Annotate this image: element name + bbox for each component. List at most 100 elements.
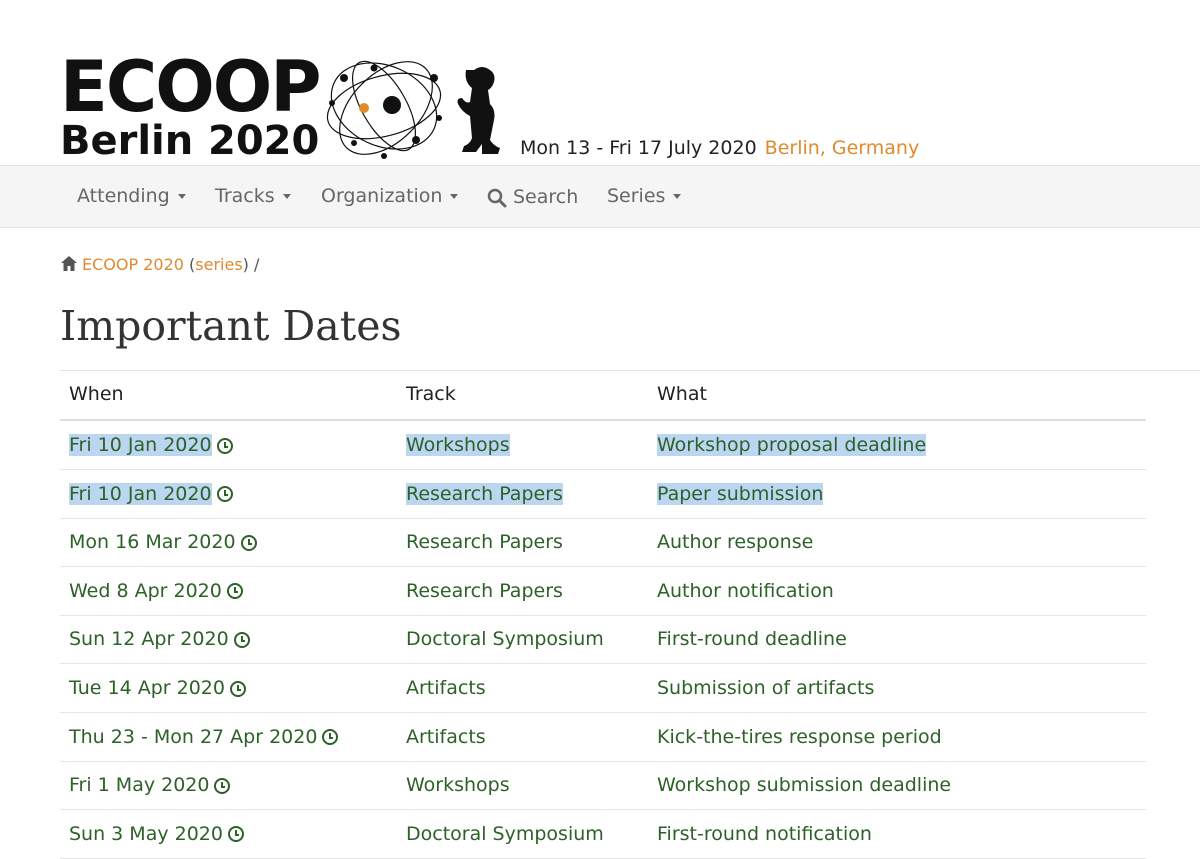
row-what-text: First-round notification <box>657 822 872 845</box>
row-date-text: Fri 10 Jan 2020 <box>69 434 212 456</box>
page-title: Important Dates <box>60 302 402 350</box>
row-track-link[interactable]: Workshops <box>406 433 510 457</box>
breadcrumb-series-link[interactable]: series <box>195 255 242 274</box>
event-dates: Mon 13 - Fri 17 July 2020 <box>520 137 757 159</box>
table-header-row: When Track What <box>60 370 1146 421</box>
row-track-text: Artifacts <box>406 677 486 699</box>
nav-series-label: Series <box>607 185 666 207</box>
row-track-link[interactable]: Doctoral Symposium <box>406 627 604 651</box>
row-track-link[interactable]: Artifacts <box>406 725 486 749</box>
search-icon <box>487 188 507 207</box>
row-track-link[interactable]: Doctoral Symposium <box>406 822 604 846</box>
table-row: Tue 14 Apr 2020 Artifacts Submission of ar… <box>60 664 1146 713</box>
breadcrumb-separator: / <box>254 255 260 274</box>
row-track-text: Artifacts <box>406 725 486 748</box>
row-date-link[interactable]: Wed 8 Apr 2020 <box>69 579 243 603</box>
clock-icon <box>226 583 243 600</box>
table-row: Fri 1 May 2020 Workshops Workshop submissi… <box>60 761 1146 811</box>
row-date-link[interactable]: Fri 10 Jan 2020 <box>69 433 233 457</box>
row-date-link[interactable]: Fri 10 Jan 2020 <box>69 482 233 506</box>
table-row: Fri 10 Jan 2020 Workshops Workshop proposa… <box>60 421 1146 470</box>
nav-tracks-label: Tracks <box>215 185 275 207</box>
row-track-link[interactable]: Research Papers <box>406 482 563 506</box>
row-track-link[interactable]: Artifacts <box>406 676 486 700</box>
nav-attending[interactable]: Attending <box>77 184 186 208</box>
column-header-when: When <box>69 383 124 405</box>
atom-bear-emblem-icon <box>326 60 500 159</box>
nav-tracks[interactable]: Tracks <box>215 184 291 208</box>
row-what-text: Kick-the-tires response period <box>657 725 942 748</box>
row-what-link[interactable]: Workshop proposal deadline <box>657 433 927 457</box>
clock-icon <box>214 777 231 794</box>
table-row: Fri 10 Jan 2020 Research Papers Paper subm… <box>60 470 1146 519</box>
row-date-text: Sun 12 Apr 2020 <box>69 628 229 651</box>
caret-down-icon <box>177 194 186 199</box>
site-header: ECOOP Berlin 2020 Mon 13 - Fri 17 July 2… <box>0 0 1200 165</box>
breadcrumb: ECOOP 2020 (series) / <box>60 254 259 276</box>
table-row: Mon 16 Mar 2020 Research Papers Author res… <box>60 518 1146 568</box>
row-what-text: Workshop proposal deadline <box>657 434 927 456</box>
row-date-link[interactable]: Fri 1 May 2020 <box>69 773 231 797</box>
home-icon[interactable] <box>60 255 78 272</box>
clock-icon <box>322 729 339 746</box>
column-header-what: What <box>657 383 707 405</box>
row-what-link[interactable]: First-round deadline <box>657 627 847 651</box>
row-date-link[interactable]: Sun 12 Apr 2020 <box>69 627 250 651</box>
event-location-link[interactable]: Berlin, Germany <box>765 137 920 159</box>
main-navbar: Attending Tracks Organization Search Ser… <box>0 165 1200 228</box>
row-what-link[interactable]: Paper submission <box>657 482 824 506</box>
row-track-link[interactable]: Workshops <box>406 773 510 797</box>
row-date-text: Tue 14 Apr 2020 <box>69 677 225 699</box>
logo-city: Berlin <box>60 118 194 164</box>
row-what-link[interactable]: First-round notification <box>657 822 872 846</box>
row-date-text: Sun 3 May 2020 <box>69 822 223 845</box>
row-date-text: Fri 1 May 2020 <box>69 774 210 797</box>
column-header-track: Track <box>406 383 456 405</box>
row-track-text: Research Papers <box>406 531 563 554</box>
row-date-text: Wed 8 Apr 2020 <box>69 579 222 602</box>
table-row: Thu 23 - Mon 27 Apr 2020 Artifacts Kick-th… <box>60 713 1146 762</box>
row-date-text: Fri 10 Jan 2020 <box>69 482 212 505</box>
ecoop-logo[interactable]: ECOOP Berlin 2020 <box>60 48 505 165</box>
row-track-text: Doctoral Symposium <box>406 822 604 845</box>
nav-attending-label: Attending <box>77 185 170 207</box>
row-date-link[interactable]: Mon 16 Mar 2020 <box>69 530 257 554</box>
table-row: Sun 12 Apr 2020 Doctoral Symposium First-r… <box>60 615 1146 665</box>
row-what-link[interactable]: Workshop submission deadline <box>657 773 951 797</box>
logo-wordmark: ECOOP <box>60 46 322 128</box>
row-date-link[interactable]: Tue 14 Apr 2020 <box>69 676 246 700</box>
row-track-text: Workshops <box>406 774 510 797</box>
nav-search[interactable]: Search <box>487 185 578 209</box>
row-what-link[interactable]: Author notification <box>657 579 834 603</box>
breadcrumb-home-link[interactable]: ECOOP 2020 <box>82 255 184 274</box>
row-date-link[interactable]: Thu 23 - Mon 27 Apr 2020 <box>69 725 339 749</box>
row-date-link[interactable]: Sun 3 May 2020 <box>69 822 244 846</box>
row-track-text: Workshops <box>406 434 510 456</box>
nav-search-label: Search <box>513 186 579 208</box>
event-info: Mon 13 - Fri 17 July 2020 Berlin, Germany <box>520 136 919 160</box>
row-what-link[interactable]: Author response <box>657 530 813 554</box>
row-what-text: First-round deadline <box>657 628 847 651</box>
caret-down-icon <box>450 194 459 199</box>
row-what-link[interactable]: Submission of artifacts <box>657 676 874 700</box>
row-track-link[interactable]: Research Papers <box>406 579 563 603</box>
table-row: Wed 8 Apr 2020 Research Papers Author noti… <box>60 567 1146 616</box>
row-what-text: Submission of artifacts <box>657 677 875 699</box>
table-row: Sun 3 May 2020 Doctoral Symposium First-ro… <box>60 810 1146 859</box>
clock-icon <box>233 631 250 648</box>
clock-icon <box>229 680 246 697</box>
row-what-text: Author response <box>657 531 814 554</box>
logo-year: 2020 <box>208 118 320 164</box>
row-what-text: Workshop submission deadline <box>657 774 952 797</box>
row-track-text: Research Papers <box>406 579 563 602</box>
clock-icon <box>216 437 233 454</box>
row-date-text: Mon 16 Mar 2020 <box>69 531 236 554</box>
caret-down-icon <box>282 194 291 199</box>
row-track-link[interactable]: Research Papers <box>406 530 563 554</box>
nav-series[interactable]: Series <box>607 184 682 208</box>
clock-icon <box>216 486 233 503</box>
row-what-text: Author notification <box>657 579 834 602</box>
row-what-link[interactable]: Kick-the-tires response period <box>657 725 942 749</box>
nav-organization[interactable]: Organization <box>321 184 459 208</box>
nav-organization-label: Organization <box>321 185 443 207</box>
